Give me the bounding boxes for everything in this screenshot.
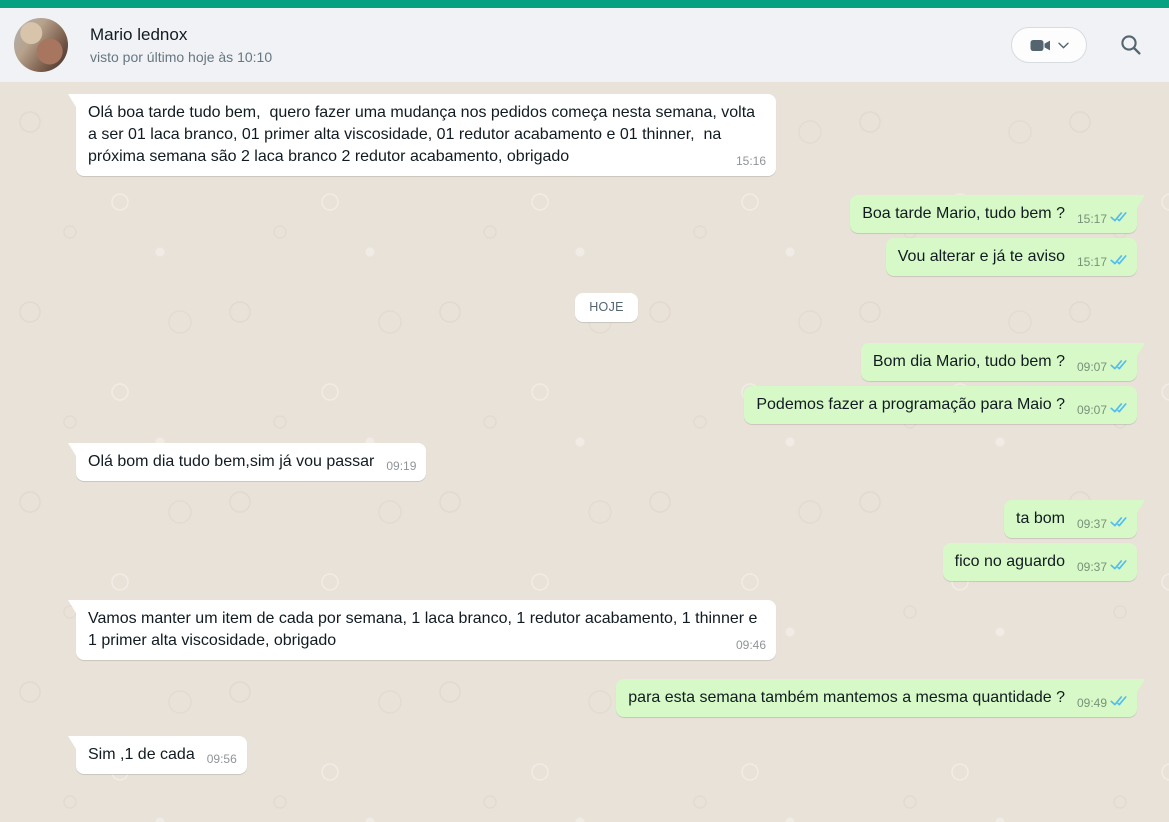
date-divider-label: HOJE bbox=[575, 293, 638, 322]
outgoing-message-bubble[interactable]: Vou alterar e já te aviso 15:17 bbox=[886, 238, 1137, 276]
message-row: Bom dia Mario, tudo bem ? 09:07 bbox=[76, 343, 1137, 381]
date-divider: HOJE bbox=[76, 293, 1137, 322]
outgoing-message-bubble[interactable]: fico no aguardo 09:37 bbox=[943, 543, 1137, 581]
header-actions bbox=[1011, 27, 1143, 63]
message-time: 09:07 bbox=[1077, 360, 1107, 375]
message-time: 09:56 bbox=[207, 752, 237, 767]
message-text: para esta semana também mantemos a mesma… bbox=[628, 689, 1065, 706]
outgoing-message-bubble[interactable]: Bom dia Mario, tudo bem ? 09:07 bbox=[861, 343, 1137, 381]
contact-info[interactable]: Mario lednox visto por último hoje às 10… bbox=[90, 24, 1011, 67]
message-row: Podemos fazer a programação para Maio ? … bbox=[76, 386, 1137, 424]
message-row: Olá bom dia tudo bem,sim já vou passar 0… bbox=[76, 443, 1137, 481]
chat-header: Mario lednox visto por último hoje às 10… bbox=[0, 8, 1169, 82]
search-button[interactable] bbox=[1119, 33, 1143, 57]
message-row: para esta semana também mantemos a mesma… bbox=[76, 679, 1137, 717]
read-receipt-double-check-icon bbox=[1110, 403, 1127, 418]
video-call-button[interactable] bbox=[1011, 27, 1087, 63]
incoming-message-bubble[interactable]: Vamos manter um item de cada por semana,… bbox=[76, 600, 776, 660]
message-text: Olá bom dia tudo bem,sim já vou passar bbox=[88, 453, 374, 470]
message-meta: 09:37 bbox=[1077, 559, 1127, 575]
message-time: 15:16 bbox=[736, 154, 766, 169]
read-receipt-double-check-icon bbox=[1110, 560, 1127, 575]
incoming-message-bubble[interactable]: Olá boa tarde tudo bem, quero fazer uma … bbox=[76, 94, 776, 176]
message-time: 09:37 bbox=[1077, 517, 1107, 532]
message-text: Vou alterar e já te aviso bbox=[898, 248, 1065, 265]
read-receipt-double-check-icon bbox=[1110, 212, 1127, 227]
message-row: Sim ,1 de cada 09:56 bbox=[76, 736, 1137, 774]
message-text: Vamos manter um item de cada por semana,… bbox=[88, 610, 762, 649]
message-text: Boa tarde Mario, tudo bem ? bbox=[862, 205, 1065, 222]
outgoing-message-bubble[interactable]: ta bom 09:37 bbox=[1004, 500, 1137, 538]
contact-avatar[interactable] bbox=[14, 18, 68, 72]
contact-name: Mario lednox bbox=[90, 24, 1011, 46]
chat-message-area: Olá boa tarde tudo bem, quero fazer uma … bbox=[0, 82, 1169, 822]
search-icon bbox=[1119, 33, 1143, 57]
message-meta: 15:17 bbox=[1077, 254, 1127, 270]
message-meta: 15:16 bbox=[736, 154, 766, 169]
outgoing-message-bubble[interactable]: Boa tarde Mario, tudo bem ? 15:17 bbox=[850, 195, 1137, 233]
message-meta: 09:56 bbox=[207, 752, 237, 767]
message-meta: 09:46 bbox=[736, 638, 766, 653]
message-time: 09:37 bbox=[1077, 560, 1107, 575]
incoming-message-bubble[interactable]: Olá bom dia tudo bem,sim já vou passar 0… bbox=[76, 443, 426, 481]
message-row: Vou alterar e já te aviso 15:17 bbox=[76, 238, 1137, 276]
message-text: Sim ,1 de cada bbox=[88, 746, 195, 763]
last-seen-status: visto por último hoje às 10:10 bbox=[90, 48, 1011, 67]
message-meta: 09:49 bbox=[1077, 695, 1127, 711]
message-time: 15:17 bbox=[1077, 212, 1107, 227]
message-row: ta bom 09:37 bbox=[76, 500, 1137, 538]
message-text: fico no aguardo bbox=[955, 553, 1065, 570]
outgoing-message-bubble[interactable]: Podemos fazer a programação para Maio ? … bbox=[744, 386, 1137, 424]
message-meta: 09:37 bbox=[1077, 516, 1127, 532]
read-receipt-double-check-icon bbox=[1110, 360, 1127, 375]
outgoing-message-bubble[interactable]: para esta semana também mantemos a mesma… bbox=[616, 679, 1137, 717]
message-row: fico no aguardo 09:37 bbox=[76, 543, 1137, 581]
message-text: Olá boa tarde tudo bem, quero fazer uma … bbox=[88, 104, 760, 165]
read-receipt-double-check-icon bbox=[1110, 696, 1127, 711]
message-time: 09:19 bbox=[386, 459, 416, 474]
message-text: Bom dia Mario, tudo bem ? bbox=[873, 353, 1065, 370]
message-meta: 09:07 bbox=[1077, 402, 1127, 418]
read-receipt-double-check-icon bbox=[1110, 517, 1127, 532]
message-time: 09:49 bbox=[1077, 696, 1107, 711]
message-row: Boa tarde Mario, tudo bem ? 15:17 bbox=[76, 195, 1137, 233]
message-meta: 15:17 bbox=[1077, 211, 1127, 227]
incoming-message-bubble[interactable]: Sim ,1 de cada 09:56 bbox=[76, 736, 247, 774]
message-row: Olá boa tarde tudo bem, quero fazer uma … bbox=[76, 94, 1137, 176]
message-time: 09:07 bbox=[1077, 403, 1107, 418]
message-text: ta bom bbox=[1016, 510, 1065, 527]
message-time: 09:46 bbox=[736, 638, 766, 653]
message-text: Podemos fazer a programação para Maio ? bbox=[756, 396, 1065, 413]
read-receipt-double-check-icon bbox=[1110, 255, 1127, 270]
message-row: Vamos manter um item de cada por semana,… bbox=[76, 600, 1137, 660]
video-camera-icon bbox=[1030, 39, 1051, 52]
message-meta: 09:07 bbox=[1077, 359, 1127, 375]
message-time: 15:17 bbox=[1077, 255, 1107, 270]
chevron-down-icon bbox=[1058, 42, 1069, 49]
message-meta: 09:19 bbox=[386, 459, 416, 474]
top-accent-bar bbox=[0, 0, 1169, 8]
